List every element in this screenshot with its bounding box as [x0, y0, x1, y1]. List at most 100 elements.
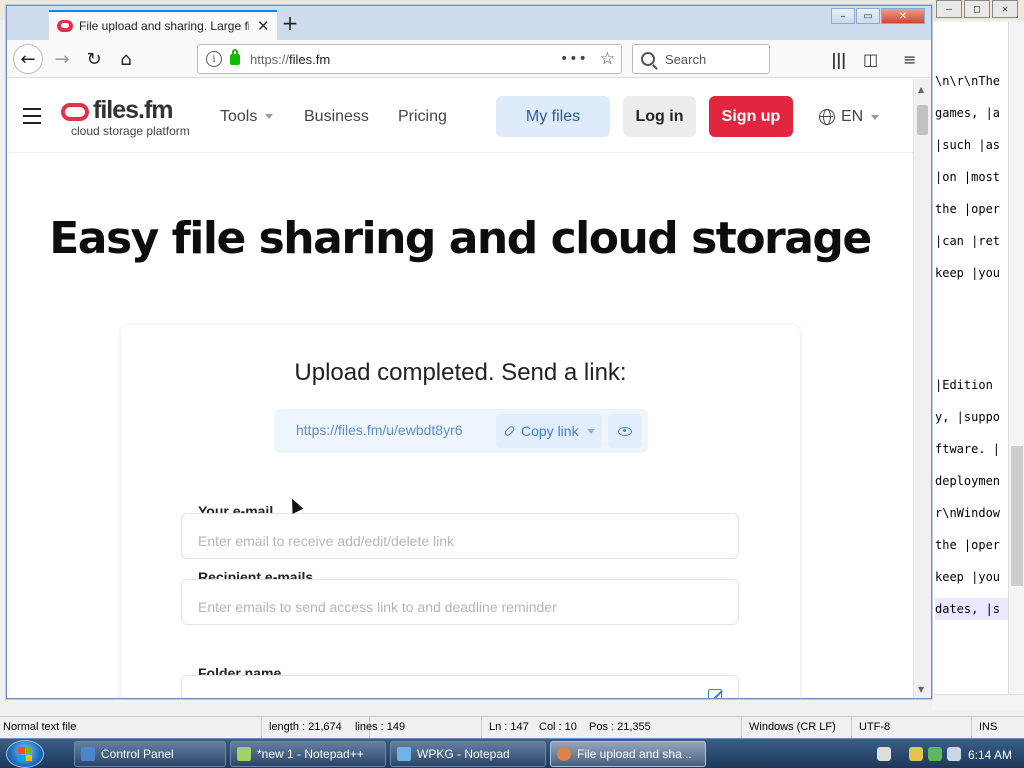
volume-icon[interactable] — [947, 747, 961, 761]
nav-tools[interactable]: Tools — [220, 108, 274, 126]
copy-link-label: Copy link — [521, 423, 579, 439]
task-label: File upload and sha... — [577, 747, 692, 761]
scrollbar-thumb[interactable] — [1011, 446, 1023, 586]
navigation-toolbar: ← → ↻ ⌂ i https://files.fm ••• ☆ ||| ◫ ≡ — [7, 40, 931, 78]
sidebar-icon[interactable]: ◫ — [863, 50, 878, 69]
close-icon[interactable]: ✕ — [992, 0, 1018, 18]
notepad-statusbar: Normal text file length : 21,674 lines :… — [0, 716, 1024, 739]
files-fm-favicon-icon — [57, 20, 73, 32]
task-label: WPKG - Notepad — [417, 747, 510, 761]
sign-up-button[interactable]: Sign up — [709, 96, 793, 137]
editor-line: the |oper — [935, 538, 1001, 552]
url-text[interactable]: https://files.fm — [250, 52, 560, 67]
chevron-down-icon[interactable] — [586, 428, 595, 434]
scrollbar-thumb[interactable] — [917, 105, 928, 135]
editor-line: |such |as — [935, 138, 1001, 152]
notepad-editor[interactable]: \n\r\nThe games, |a |such |as |on |most … — [932, 22, 1008, 694]
my-files-button[interactable]: My files — [496, 96, 610, 137]
editor-vertical-scrollbar[interactable] — [1008, 22, 1024, 694]
tray-app-icon[interactable] — [909, 747, 923, 761]
url-protocol: https:// — [250, 51, 290, 67]
chevron-down-icon — [871, 114, 880, 120]
status-mode: INS — [979, 721, 998, 733]
reload-icon[interactable]: ↻ — [79, 44, 109, 74]
share-link-box: https://files.fm/u/ewbdt8yr6 Copy link — [274, 409, 648, 453]
minimize-icon[interactable]: – — [936, 0, 962, 18]
restore-icon[interactable]: ▭ — [856, 8, 880, 24]
notepad-window-controls: – □ ✕ — [936, 0, 1018, 18]
page-actions-icon[interactable]: ••• — [560, 51, 588, 67]
editor-line: |can |ret — [935, 234, 1001, 248]
taskbar-control-panel[interactable]: Control Panel — [74, 741, 226, 767]
info-icon[interactable]: i — [206, 51, 222, 67]
editor-line: deploymen — [935, 474, 1001, 488]
new-tab-button[interactable]: + — [279, 10, 301, 36]
close-icon[interactable]: ✕ — [881, 8, 925, 24]
eye-icon — [618, 426, 632, 436]
taskbar-notepad-plus-plus[interactable]: *new 1 - Notepad++ — [230, 741, 386, 767]
maximize-icon[interactable]: □ — [964, 0, 990, 18]
notepad-icon — [397, 747, 411, 761]
editor-line-current: dates, |s — [935, 598, 1008, 620]
search-input[interactable] — [665, 51, 765, 67]
editor-line: r\nWindow — [935, 506, 1001, 520]
page-vertical-scrollbar[interactable]: ▲ ▼ — [913, 79, 931, 698]
editor-line: |on |most — [935, 170, 1001, 184]
status-col: Col : 10 — [539, 721, 577, 733]
link-chain-icon — [503, 424, 516, 438]
status-file-type: Normal text file — [0, 717, 262, 739]
taskbar-notepad[interactable]: WPKG - Notepad — [390, 741, 546, 767]
status-encoding: UTF-8 — [856, 717, 972, 739]
search-icon — [641, 52, 655, 66]
editor-line: the |oper — [935, 202, 1001, 216]
library-icon[interactable]: ||| — [831, 50, 847, 69]
status-ln: Ln : 147 — [489, 721, 529, 733]
recipient-emails-field[interactable] — [181, 579, 739, 625]
start-button[interactable] — [6, 740, 44, 768]
preview-button[interactable] — [608, 414, 642, 448]
forward-button[interactable]: → — [47, 44, 77, 74]
browser-tab[interactable]: File upload and sharing. Large file ✕ — [49, 10, 277, 40]
windows-logo-icon — [18, 747, 32, 761]
page-viewport: files.fm cloud storage platform Tools Bu… — [7, 79, 913, 698]
keyboard-icon[interactable] — [877, 747, 891, 761]
scroll-up-icon[interactable]: ▲ — [918, 85, 924, 94]
tab-title: File upload and sharing. Large file — [79, 19, 249, 33]
edit-pencil-icon[interactable] — [708, 689, 722, 698]
back-button[interactable]: ← — [13, 44, 43, 74]
scroll-down-icon[interactable]: ▼ — [918, 685, 924, 694]
hamburger-menu-icon[interactable] — [23, 108, 41, 124]
url-host: files.fm — [289, 51, 331, 67]
folder-name-field[interactable] — [181, 675, 739, 698]
tab-close-icon[interactable]: ✕ — [257, 18, 270, 34]
menu-icon[interactable]: ≡ — [903, 50, 916, 69]
chevron-down-icon — [265, 114, 274, 120]
lock-icon[interactable] — [230, 48, 240, 65]
home-icon[interactable]: ⌂ — [111, 44, 141, 74]
editor-line: \n\r\nThe — [935, 74, 1001, 88]
network-icon[interactable] — [928, 747, 942, 761]
minimize-icon[interactable]: – — [831, 8, 855, 24]
system-tray: 6:14 AM — [872, 741, 1024, 767]
upload-completed-title: Upload completed. Send a link: — [294, 359, 627, 386]
log-in-button[interactable]: Log in — [623, 96, 696, 137]
editor-line: |Edition — [935, 378, 993, 392]
nav-pricing[interactable]: Pricing — [398, 108, 447, 126]
editor-line: keep |you — [935, 266, 1001, 280]
taskbar-firefox[interactable]: File upload and sha... — [550, 741, 706, 767]
bookmark-star-icon[interactable]: ☆ — [600, 49, 615, 69]
task-label: *new 1 - Notepad++ — [257, 747, 364, 761]
share-link[interactable]: https://files.fm/u/ewbdt8yr6 — [296, 422, 463, 438]
email-field[interactable] — [181, 513, 739, 559]
language-selector[interactable]: EN — [819, 108, 880, 126]
editor-horizontal-scrollbar[interactable] — [932, 694, 1024, 710]
status-pos: Pos : 21,355 — [586, 717, 742, 739]
nav-business[interactable]: Business — [304, 108, 369, 126]
status-eol: Windows (CR LF) — [746, 717, 852, 739]
nav-tools-label: Tools — [220, 108, 258, 125]
copy-link-button[interactable]: Copy link — [496, 414, 602, 448]
url-bar[interactable]: i https://files.fm ••• ☆ — [197, 44, 622, 74]
search-bar[interactable] — [632, 44, 770, 74]
clock[interactable]: 6:14 AM — [968, 748, 1012, 762]
task-label: Control Panel — [101, 747, 174, 761]
